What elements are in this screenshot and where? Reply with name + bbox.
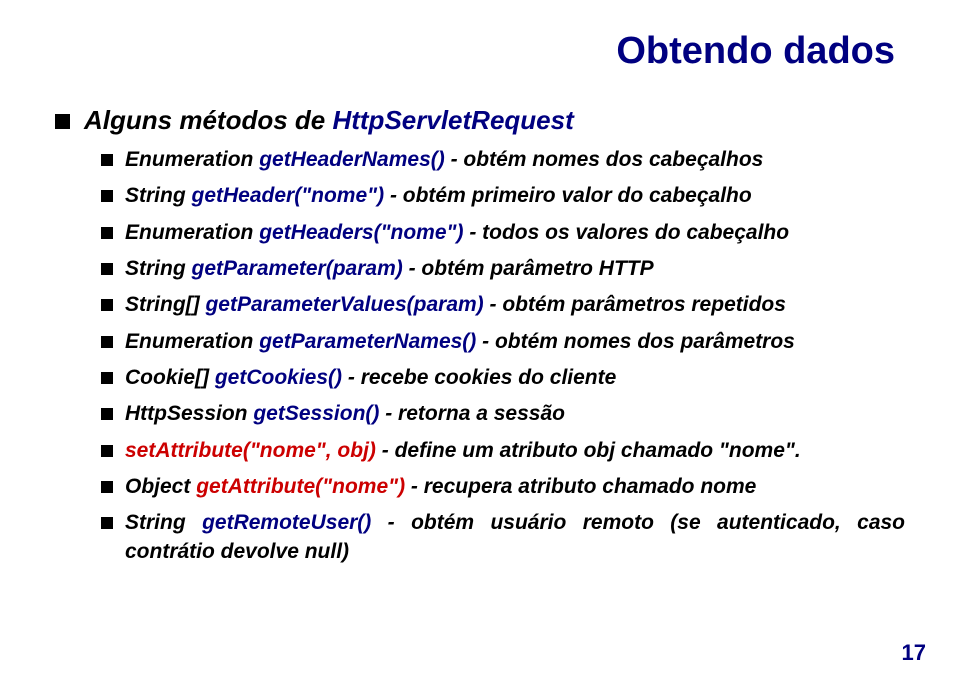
method-name: getSession()	[253, 402, 379, 425]
list-item-text: String getRemoteUser() - obtém usuário r…	[125, 509, 905, 566]
square-bullet-icon	[55, 114, 70, 129]
list-item-text: String getHeader("nome") - obtém primeir…	[125, 182, 905, 210]
list-item-text: setAttribute("nome", obj) - define um at…	[125, 437, 905, 465]
list-item: HttpSession getSession() - retorna a ses…	[101, 400, 905, 428]
square-bullet-icon	[101, 299, 113, 311]
method-name: setAttribute("nome", obj)	[125, 439, 376, 462]
method-name: getRemoteUser()	[202, 511, 371, 534]
list-item-text: Enumeration getHeaders("nome") - todos o…	[125, 219, 905, 247]
method-name: getHeaderNames()	[259, 148, 445, 171]
method-name: getHeader("nome")	[192, 184, 385, 207]
page-number: 17	[902, 640, 926, 666]
list-item: Object getAttribute("nome") - recupera a…	[101, 473, 905, 501]
list-item: Cookie[] getCookies() - recebe cookies d…	[101, 364, 905, 392]
list-item-text: HttpSession getSession() - retorna a ses…	[125, 400, 905, 428]
square-bullet-icon	[101, 481, 113, 493]
list-item: Enumeration getHeaderNames() - obtém nom…	[101, 146, 905, 174]
return-type: String	[125, 184, 192, 207]
list-item: String[] getParameterValues(param) - obt…	[101, 291, 905, 319]
return-type: String	[125, 511, 202, 534]
square-bullet-icon	[101, 154, 113, 166]
method-description: - obtém nomes dos cabeçalhos	[445, 148, 764, 171]
method-name: getParameterValues(param)	[205, 293, 483, 316]
return-type: Object	[125, 475, 196, 498]
list-item-text: Cookie[] getCookies() - recebe cookies d…	[125, 364, 905, 392]
method-name: getParameter(param)	[192, 257, 403, 280]
method-description: - define um atributo obj chamado "nome".	[376, 439, 801, 462]
section-heading-text: Alguns métodos de HttpServletRequest	[84, 105, 905, 136]
method-description: - todos os valores do cabeçalho	[463, 221, 789, 244]
square-bullet-icon	[101, 408, 113, 420]
square-bullet-icon	[101, 190, 113, 202]
square-bullet-icon	[101, 227, 113, 239]
method-name: getAttribute("nome")	[196, 475, 405, 498]
heading-pre: Alguns métodos de	[84, 105, 332, 135]
method-description: - recupera atributo chamado nome	[405, 475, 756, 498]
return-type: Enumeration	[125, 221, 259, 244]
return-type: Enumeration	[125, 330, 259, 353]
method-name: getParameterNames()	[259, 330, 476, 353]
list-item: Enumeration getParameterNames() - obtém …	[101, 328, 905, 356]
page-title: Obtendo dados	[55, 30, 905, 73]
method-description: - obtém parâmetros repetidos	[484, 293, 786, 316]
section-heading: Alguns métodos de HttpServletRequest	[55, 105, 905, 136]
square-bullet-icon	[101, 263, 113, 275]
method-description: - obtém parâmetro HTTP	[403, 257, 654, 280]
list-item: Enumeration getHeaders("nome") - todos o…	[101, 219, 905, 247]
list-item-text: Object getAttribute("nome") - recupera a…	[125, 473, 905, 501]
list-item: String getHeader("nome") - obtém primeir…	[101, 182, 905, 210]
list-item-text: Enumeration getParameterNames() - obtém …	[125, 328, 905, 356]
method-list: Enumeration getHeaderNames() - obtém nom…	[55, 146, 905, 566]
method-name: getHeaders("nome")	[259, 221, 463, 244]
square-bullet-icon	[101, 445, 113, 457]
method-name: getCookies()	[215, 366, 342, 389]
return-type: Enumeration	[125, 148, 259, 171]
heading-api: HttpServletRequest	[332, 105, 573, 135]
list-item-text: String getParameter(param) - obtém parâm…	[125, 255, 905, 283]
square-bullet-icon	[101, 336, 113, 348]
square-bullet-icon	[101, 372, 113, 384]
method-description: - retorna a sessão	[379, 402, 565, 425]
list-item: String getParameter(param) - obtém parâm…	[101, 255, 905, 283]
return-type: String[]	[125, 293, 205, 316]
method-description: - obtém primeiro valor do cabeçalho	[384, 184, 752, 207]
return-type: Cookie[]	[125, 366, 215, 389]
list-item-text: String[] getParameterValues(param) - obt…	[125, 291, 905, 319]
list-item: setAttribute("nome", obj) - define um at…	[101, 437, 905, 465]
method-description: - recebe cookies do cliente	[342, 366, 616, 389]
method-description: - obtém nomes dos parâmetros	[476, 330, 795, 353]
list-item-text: Enumeration getHeaderNames() - obtém nom…	[125, 146, 905, 174]
square-bullet-icon	[101, 517, 113, 529]
list-item: String getRemoteUser() - obtém usuário r…	[101, 509, 905, 566]
return-type: HttpSession	[125, 402, 253, 425]
return-type: String	[125, 257, 192, 280]
